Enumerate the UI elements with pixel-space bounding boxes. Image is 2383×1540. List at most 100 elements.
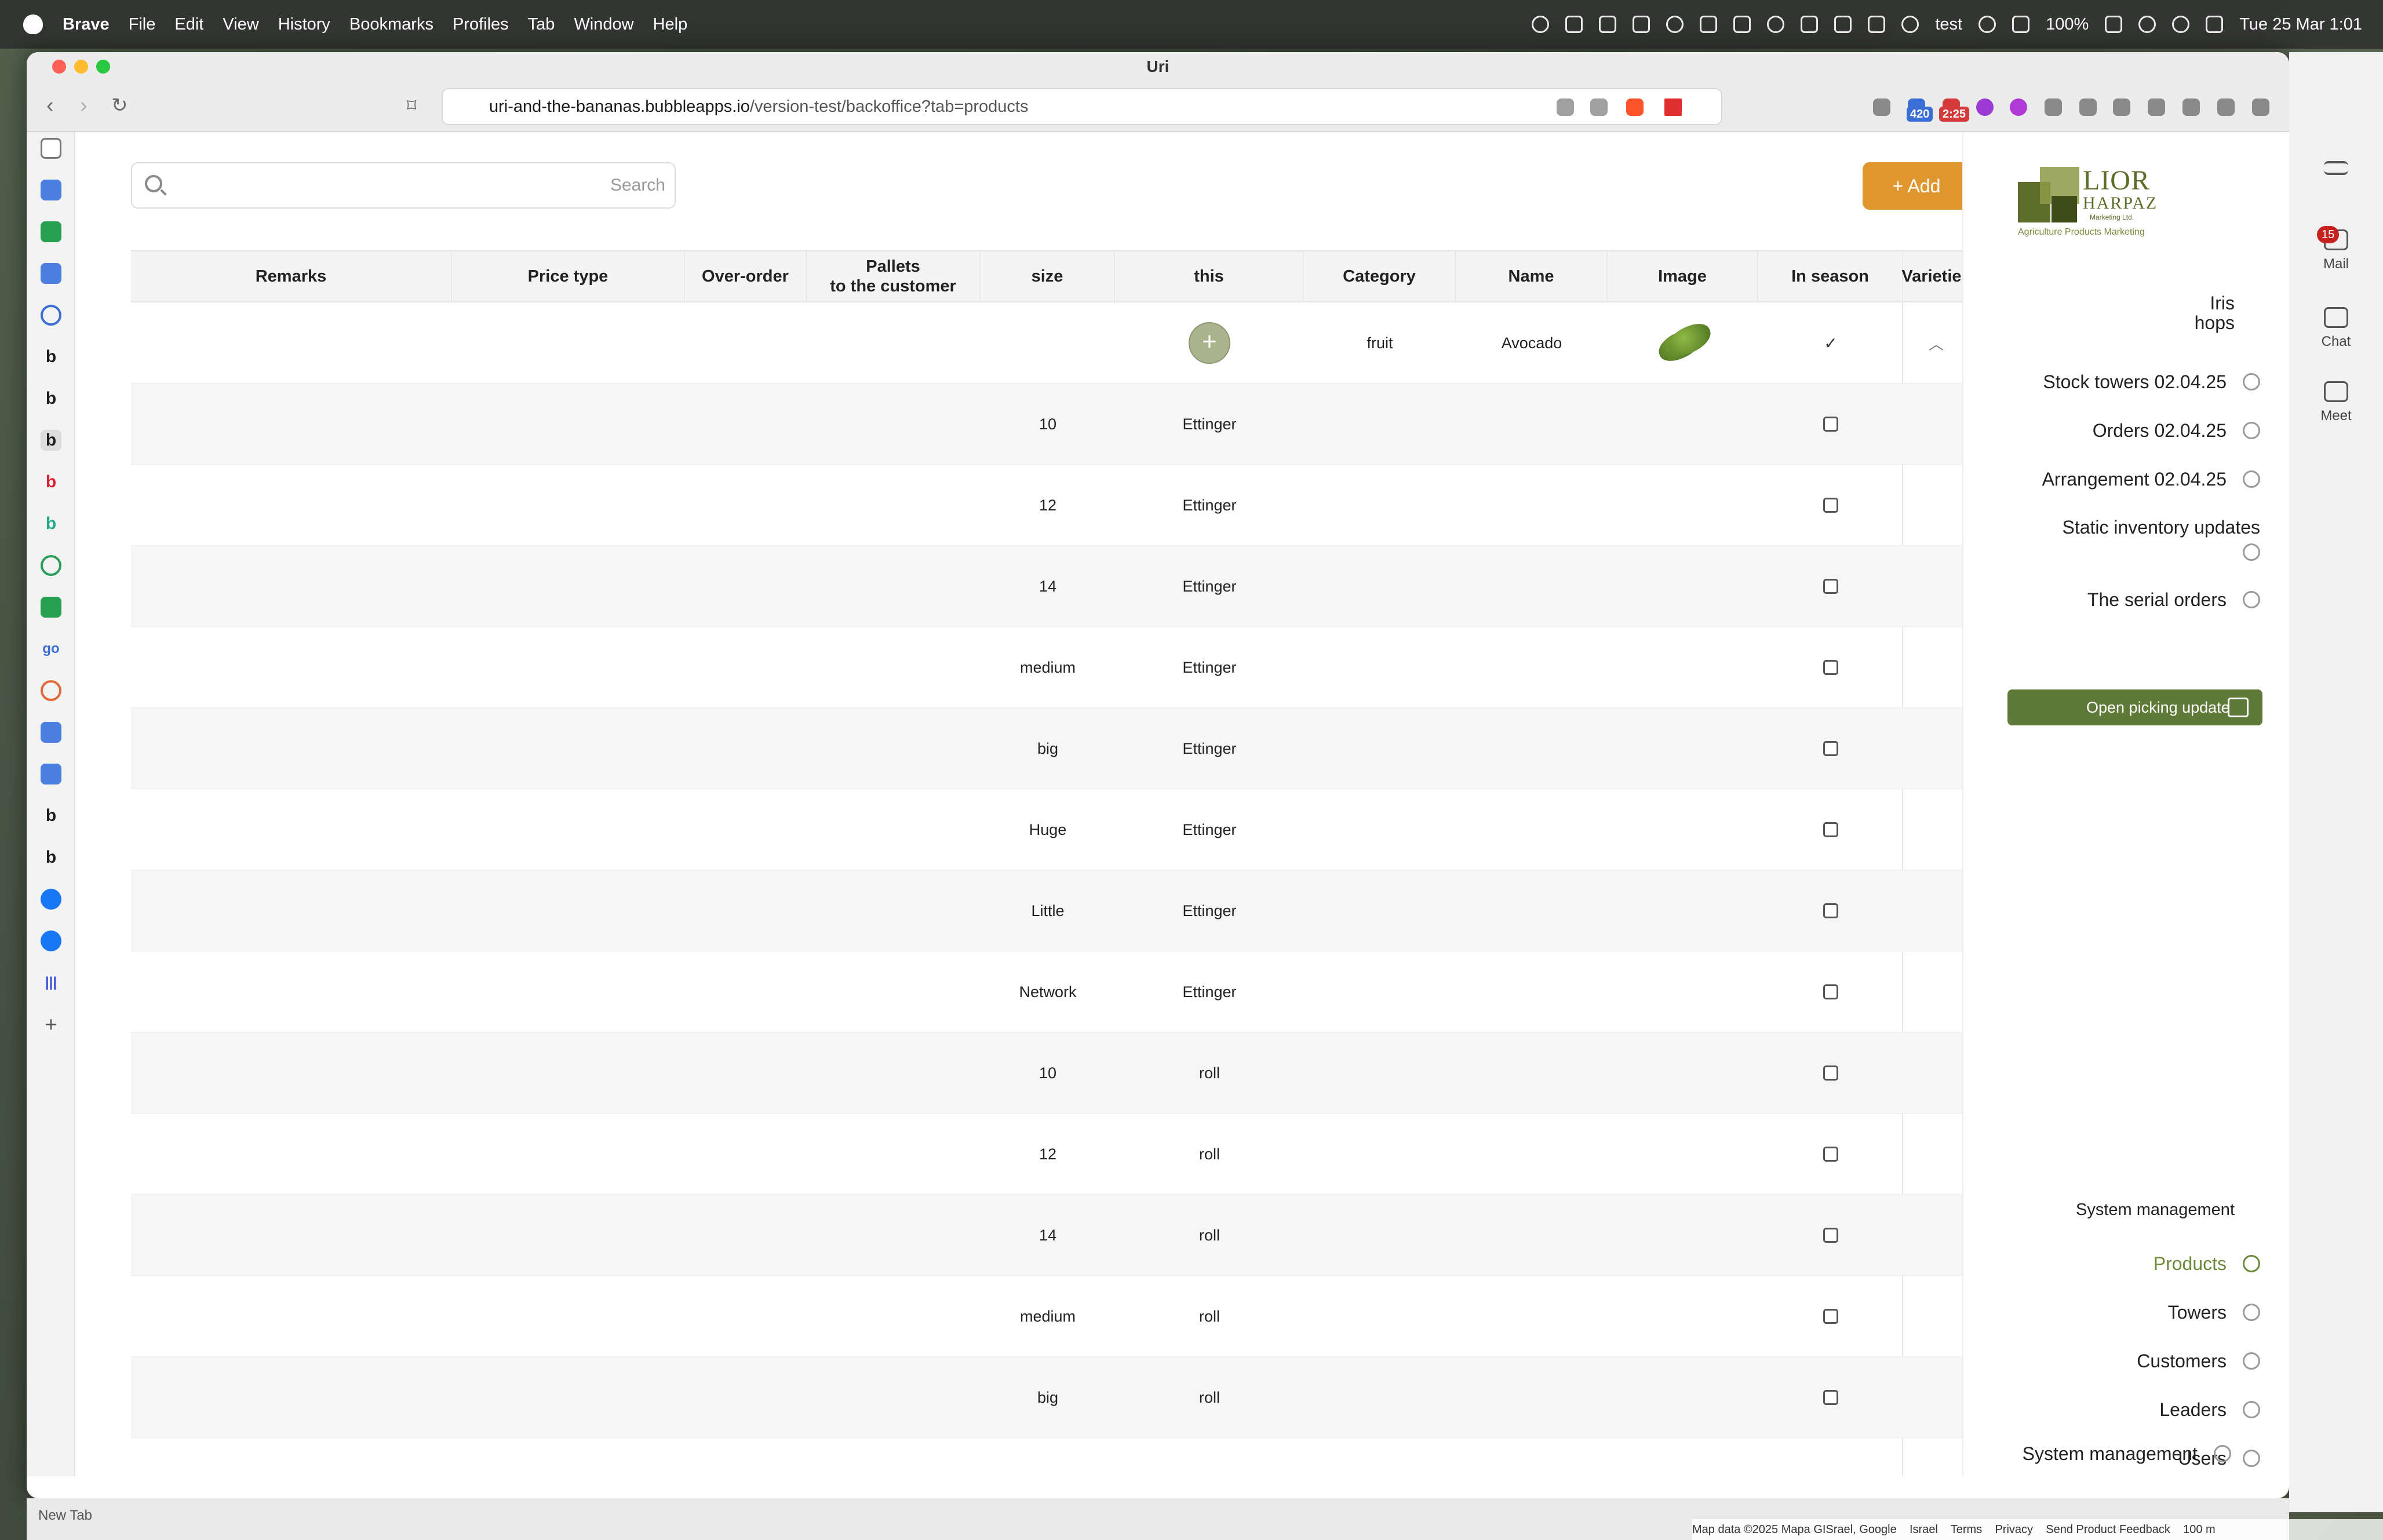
menu-profiles[interactable]: Profiles xyxy=(453,15,509,34)
static-inventory-icon-row[interactable] xyxy=(2227,541,2260,563)
meet-button[interactable]: Meet xyxy=(2289,381,2383,424)
menu-tab[interactable]: Tab xyxy=(528,15,555,34)
table-row[interactable]: 12 roll xyxy=(131,1114,1962,1195)
forward-icon[interactable]: › xyxy=(80,94,88,117)
menu-window[interactable]: Window xyxy=(574,15,633,34)
col-pallets[interactable]: Pallets to the customer xyxy=(807,251,981,301)
tab-docs-icon-3[interactable] xyxy=(41,722,61,743)
back-icon[interactable]: ‹ xyxy=(46,94,54,117)
arrangement-link[interactable]: Arrangement 02.04.25 xyxy=(2042,465,2260,494)
minimize-window-icon[interactable] xyxy=(74,60,88,74)
download-icon[interactable] xyxy=(2079,98,2097,116)
table-row[interactable]: big roll xyxy=(131,1357,1962,1438)
table-row[interactable]: 12 Ettinger xyxy=(131,465,1962,546)
menu-view[interactable]: View xyxy=(223,15,258,34)
in-season-check[interactable]: ✓ xyxy=(1758,302,1903,384)
tab-bubble-icon-1[interactable]: b xyxy=(41,346,61,367)
cast-icon[interactable] xyxy=(1700,16,1718,33)
display-icon[interactable] xyxy=(1801,16,1819,33)
leo-ai-icon[interactable] xyxy=(2182,98,2200,116)
col-category[interactable]: Category xyxy=(1304,251,1456,301)
map-terms-link[interactable]: Terms xyxy=(1951,1523,1982,1536)
varieties-toggle[interactable]: ︿ xyxy=(1903,302,1962,384)
menu-edit[interactable]: Edit xyxy=(174,15,203,34)
tab-bubble-icon-active[interactable]: b xyxy=(41,430,61,451)
translate-icon[interactable] xyxy=(1557,98,1574,116)
brave-shield-icon[interactable] xyxy=(1626,98,1644,116)
company-logo[interactable]: LIOR HARPAZ Marketing Ltd. Agriculture P… xyxy=(2018,161,2180,248)
menu-icon[interactable] xyxy=(2252,98,2269,116)
tab-docs-icon-4[interactable] xyxy=(41,764,61,784)
search-box[interactable] xyxy=(131,162,676,209)
screen-share-icon[interactable] xyxy=(1599,16,1617,33)
tab-docs-icon-2[interactable] xyxy=(41,263,61,284)
tab-sheets-icon[interactable] xyxy=(41,221,61,242)
extension-icon-5[interactable] xyxy=(2010,98,2027,116)
new-tab-item[interactable]: New Tab xyxy=(0,1498,301,1533)
table-row[interactable]: Network Ettinger xyxy=(131,951,1962,1032)
add-variety-plus-button[interactable]: + xyxy=(1189,322,1230,364)
menu-history[interactable]: History xyxy=(278,15,330,34)
in-season-checkbox[interactable] xyxy=(1823,984,1838,999)
openai-icon[interactable] xyxy=(1666,16,1684,33)
col-remarks[interactable]: Remarks xyxy=(131,251,452,301)
tab-sheets-icon-2[interactable] xyxy=(41,597,61,618)
table-row[interactable]: 14 roll xyxy=(131,1195,1962,1276)
menu-file[interactable]: File xyxy=(129,15,156,34)
menu-app-name[interactable]: Brave xyxy=(63,15,110,34)
stock-towers-link[interactable]: Stock towers 02.04.25 xyxy=(2043,367,2260,396)
in-season-checkbox[interactable] xyxy=(1823,822,1838,837)
tab-bubble-icon-2[interactable]: b xyxy=(41,388,61,409)
tab-site-icon-2[interactable] xyxy=(41,555,61,576)
map-feedback-link[interactable]: Send Product Feedback xyxy=(2046,1523,2170,1536)
col-price-type[interactable]: Price type xyxy=(452,251,685,301)
search-input[interactable] xyxy=(173,163,665,207)
info-icon[interactable] xyxy=(1767,16,1785,33)
in-season-checkbox[interactable] xyxy=(1823,903,1838,918)
close-window-icon[interactable] xyxy=(52,60,66,74)
tab-facebook-icon-2[interactable] xyxy=(41,930,61,951)
tab-facebook-icon[interactable] xyxy=(41,889,61,910)
col-this[interactable]: this xyxy=(1115,251,1304,301)
tab-docs-icon[interactable] xyxy=(41,180,61,200)
towers-link[interactable]: Towers xyxy=(2168,1298,2260,1327)
in-season-checkbox[interactable] xyxy=(1823,660,1838,675)
extensions-puzzle-icon[interactable] xyxy=(2045,98,2062,116)
headphones-icon[interactable] xyxy=(1868,16,1886,33)
table-row[interactable]: 14 Ettinger xyxy=(131,546,1962,627)
orders-link[interactable]: Orders 02.04.25 xyxy=(2093,416,2260,445)
in-season-checkbox[interactable] xyxy=(1823,1228,1838,1243)
table-row[interactable]: medium Ettinger xyxy=(131,627,1962,708)
tab-site-icon[interactable] xyxy=(41,305,61,326)
col-size[interactable]: size xyxy=(981,251,1115,301)
control-center-icon[interactable] xyxy=(2206,16,2224,33)
spotlight-icon[interactable] xyxy=(2172,16,2190,33)
brave-rewards-icon[interactable] xyxy=(1664,98,1682,116)
maximize-window-icon[interactable] xyxy=(96,60,110,74)
add-button[interactable]: + Add xyxy=(1863,162,1962,210)
sidebar-toggle-icon[interactable] xyxy=(2113,98,2130,116)
bookmark-icon[interactable]: ⌑ xyxy=(407,94,416,117)
table-row[interactable]: Little Ettinger xyxy=(131,870,1962,951)
app-status-icon[interactable] xyxy=(1633,16,1650,33)
in-season-checkbox[interactable] xyxy=(1823,498,1838,513)
hamburger-icon[interactable] xyxy=(2289,161,2383,181)
tab-bubble-icon-4[interactable]: b xyxy=(41,513,61,534)
map-region-link[interactable]: Israel xyxy=(1910,1523,1938,1536)
in-season-checkbox[interactable] xyxy=(1823,1390,1838,1405)
shield-icon[interactable] xyxy=(1733,16,1751,33)
wallet-icon[interactable] xyxy=(2148,98,2165,116)
map-privacy-link[interactable]: Privacy xyxy=(1995,1523,2033,1536)
tab-bubble-icon-5[interactable]: b xyxy=(41,805,61,826)
menu-bookmarks[interactable]: Bookmarks xyxy=(349,15,433,34)
tab-audio-icon[interactable]: ||| xyxy=(41,972,61,993)
clock[interactable]: Tue 25 Mar 1:01 xyxy=(2239,15,2362,34)
customers-link[interactable]: Customers xyxy=(2137,1346,2260,1375)
serial-orders-link[interactable]: The serial orders xyxy=(2087,585,2260,614)
col-in-season[interactable]: In season xyxy=(1758,251,1903,301)
zoom-icon[interactable] xyxy=(1565,16,1583,33)
col-image[interactable]: Image xyxy=(1608,251,1758,301)
chat-button[interactable]: Chat xyxy=(2289,307,2383,350)
leaders-link[interactable]: Leaders xyxy=(2159,1395,2260,1424)
tab-google-icon[interactable]: go xyxy=(41,638,61,659)
